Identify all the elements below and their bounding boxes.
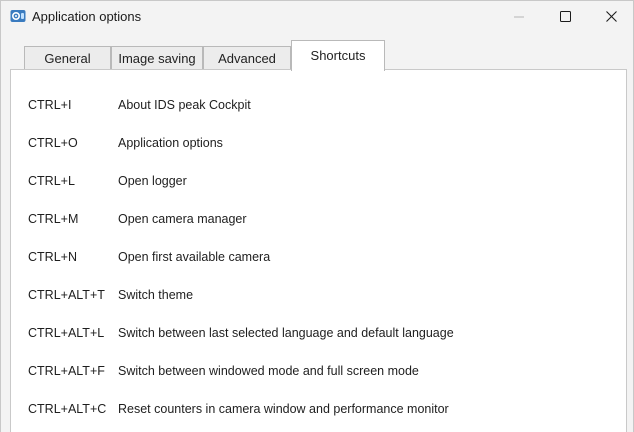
shortcut-key: CTRL+L xyxy=(28,174,75,188)
shortcut-row: CTRL+ALT+T Switch theme xyxy=(11,288,611,306)
shortcut-row: CTRL+ALT+L Switch between last selected … xyxy=(11,326,611,344)
shortcut-action: Switch theme xyxy=(118,288,194,302)
tab-shortcuts[interactable]: Shortcuts xyxy=(291,40,385,71)
shortcut-key: CTRL+ALT+T xyxy=(28,288,105,302)
shortcuts-panel: CTRL+I About IDS peak Cockpit CTRL+O App… xyxy=(10,69,627,432)
shortcut-action: About IDS peak Cockpit xyxy=(118,98,251,112)
tab-image-saving[interactable]: Image saving xyxy=(111,46,203,70)
shortcut-action: Switch between windowed mode and full sc… xyxy=(118,364,419,378)
tab-advanced[interactable]: Advanced xyxy=(203,46,291,70)
shortcut-key: CTRL+ALT+C xyxy=(28,402,107,416)
application-options-window: Application options General Image saving… xyxy=(0,0,634,432)
shortcut-key: CTRL+I xyxy=(28,98,72,112)
close-button[interactable] xyxy=(588,1,634,32)
shortcut-key: CTRL+O xyxy=(28,136,78,150)
title-bar[interactable]: Application options xyxy=(1,1,633,32)
shortcut-key: CTRL+ALT+F xyxy=(28,364,105,378)
tab-general[interactable]: General xyxy=(24,46,111,70)
shortcut-row: CTRL+ALT+F Switch between windowed mode … xyxy=(11,364,611,382)
shortcut-key: CTRL+ALT+L xyxy=(28,326,105,340)
minimize-icon xyxy=(514,12,524,22)
shortcut-action: Open logger xyxy=(118,174,187,188)
shortcut-action: Application options xyxy=(118,136,223,150)
shortcut-key: CTRL+M xyxy=(28,212,79,226)
tab-bar: General Image saving Advanced Shortcuts xyxy=(1,32,633,71)
shortcut-row: CTRL+M Open camera manager xyxy=(11,212,611,230)
shortcut-action: Open camera manager xyxy=(118,212,247,226)
shortcut-row: CTRL+L Open logger xyxy=(11,174,611,192)
shortcut-action: Open first available camera xyxy=(118,250,271,264)
minimize-button[interactable] xyxy=(496,1,542,32)
shortcut-action: Switch between last selected language an… xyxy=(118,326,454,340)
window-title: Application options xyxy=(32,9,142,24)
shortcut-row: CTRL+I About IDS peak Cockpit xyxy=(11,98,611,116)
maximize-icon xyxy=(559,11,571,22)
maximize-button[interactable] xyxy=(542,1,588,32)
shortcut-key: CTRL+N xyxy=(28,250,77,264)
shortcut-row: CTRL+ALT+C Reset counters in camera wind… xyxy=(11,402,611,420)
app-gear-icon xyxy=(10,9,26,23)
shortcut-row: CTRL+N Open first available camera xyxy=(11,250,611,268)
shortcut-row: CTRL+O Application options xyxy=(11,136,611,154)
close-icon xyxy=(605,11,617,22)
shortcut-action: Reset counters in camera window and perf… xyxy=(118,402,449,416)
